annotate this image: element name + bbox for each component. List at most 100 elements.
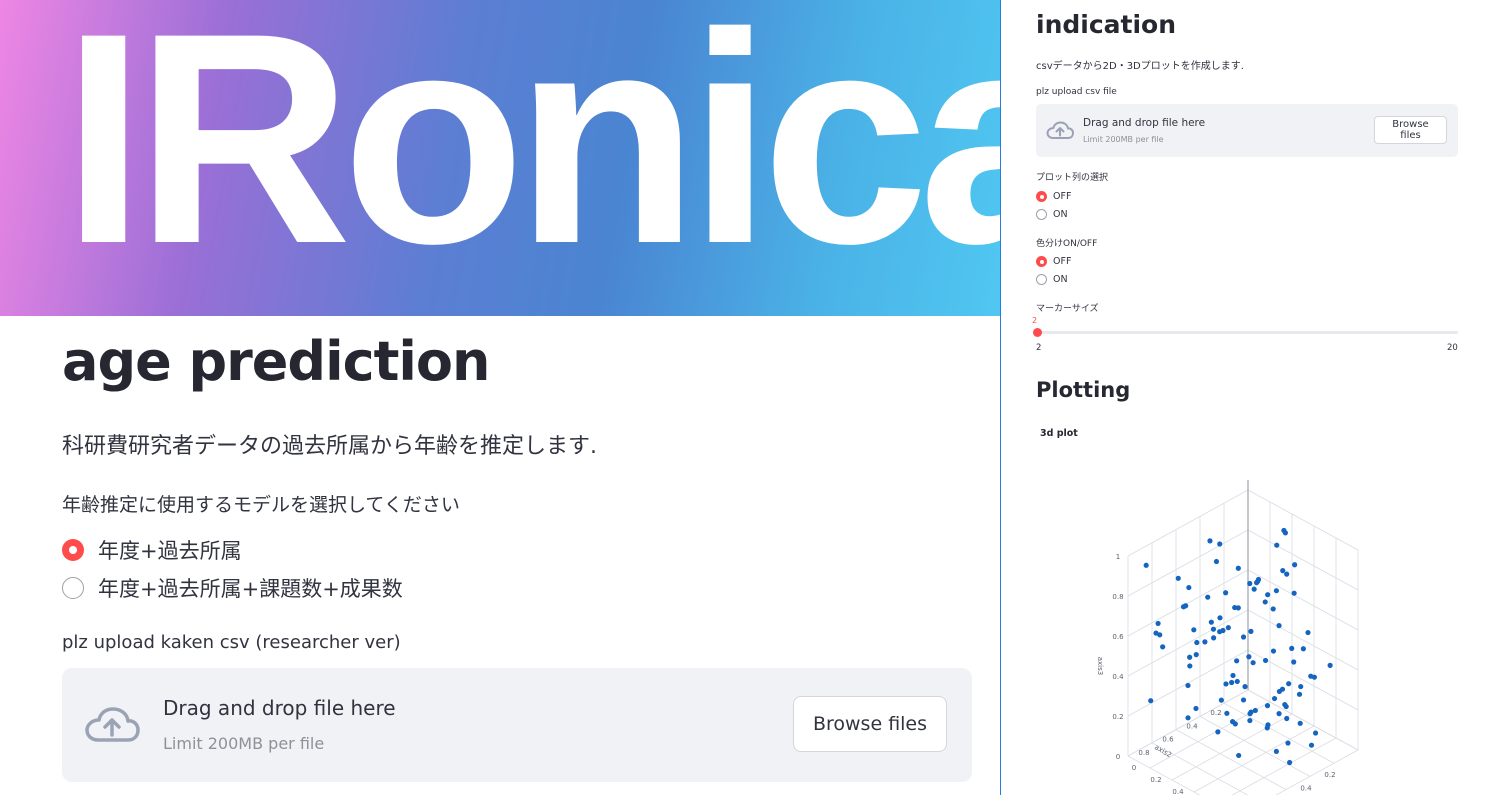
sidebar-upload-label: plz upload csv file <box>1036 87 1117 97</box>
y-tick-label: 0.4 <box>1186 722 1198 730</box>
scatter-point <box>1236 752 1242 759</box>
grid-line <box>1275 749 1359 795</box>
cloud-upload-icon <box>85 707 140 742</box>
scatter-point <box>1276 623 1282 629</box>
plot-column-on-option[interactable]: ON <box>1036 209 1068 220</box>
scatter-point <box>1230 719 1236 725</box>
sidebar-dropzone-title: Drag and drop file here <box>1083 117 1206 129</box>
option-label: ON <box>1053 209 1068 220</box>
option-label: OFF <box>1053 191 1072 202</box>
scatter-point <box>1298 683 1304 690</box>
radio-selected-icon[interactable] <box>62 539 84 561</box>
scatter-point <box>1276 688 1283 695</box>
grid-line <box>1247 689 1359 751</box>
scatter-point <box>1217 629 1223 635</box>
sidebar-browse-files-button[interactable]: Browse files <box>1374 116 1447 144</box>
option-label: OFF <box>1053 256 1072 267</box>
grid-line <box>1199 716 1311 777</box>
grid-line <box>1193 725 1315 793</box>
scatter-point <box>1280 568 1286 574</box>
scatter-point <box>1286 681 1292 687</box>
model-option-1[interactable]: 年度+過去所属 <box>62 535 242 565</box>
file-dropzone[interactable]: Drag and drop file here Limit 200MB per … <box>62 668 972 782</box>
scatter-point <box>1218 697 1224 703</box>
scatter-point <box>1186 584 1192 591</box>
radio-selected-icon[interactable] <box>1036 191 1047 202</box>
color-on-option[interactable]: ON <box>1036 274 1068 285</box>
scatter-point <box>1252 707 1258 714</box>
scatter-point <box>1250 660 1256 666</box>
plot-column-off-option[interactable]: OFF <box>1036 191 1071 202</box>
plot-points <box>1143 527 1333 766</box>
scatter-point <box>1285 740 1291 746</box>
scatter-point <box>1234 658 1240 664</box>
scatter-point <box>1296 691 1303 697</box>
plot-column-label: プロット列の選択 <box>1036 173 1109 183</box>
scatter-point <box>1287 759 1293 766</box>
y-tick-label: 0.2 <box>1324 771 1335 779</box>
scatter-point <box>1183 603 1189 609</box>
scatter-point <box>1248 628 1254 634</box>
z-axis-title: axis3 <box>1096 657 1104 675</box>
z-tick-label: 0.6 <box>1112 633 1124 641</box>
scatter-point <box>1155 620 1161 627</box>
scatter-point <box>1292 562 1298 568</box>
x-tick-label: 0 <box>1132 764 1136 772</box>
scatter-point <box>1305 629 1311 636</box>
y-tick-label: 0.2 <box>1210 709 1221 717</box>
scatter-point <box>1242 684 1248 690</box>
radio-selected-icon[interactable] <box>1036 256 1047 267</box>
scatter-point <box>1193 705 1199 712</box>
plotting-title: Plotting <box>1036 378 1131 402</box>
model-option-label: 年度+過去所属 <box>98 539 242 563</box>
sidebar-file-dropzone[interactable]: Drag and drop file here Limit 200MB per … <box>1036 104 1458 157</box>
scatter-point <box>1185 682 1191 689</box>
scatter-point <box>1205 594 1211 600</box>
scatter-point <box>1215 729 1221 735</box>
radio-unselected-icon[interactable] <box>62 577 84 599</box>
scatter-point <box>1225 625 1231 631</box>
scatter-point <box>1193 652 1199 658</box>
z-tick-label: 1 <box>1116 553 1120 561</box>
color-off-option[interactable]: OFF <box>1036 256 1071 267</box>
scatter-point <box>1311 674 1318 680</box>
marker-size-label: マーカーサイズ <box>1036 304 1099 314</box>
scatter-point <box>1273 588 1280 594</box>
y-tick-label: 0.6 <box>1162 736 1174 744</box>
scatter-point <box>1175 575 1181 581</box>
radio-unselected-icon[interactable] <box>1036 209 1047 220</box>
scatter-point <box>1217 541 1223 547</box>
sidebar-panel: indication csvデータから2D・3Dプロットを作成します. plz … <box>1000 0 1496 795</box>
model-option-2[interactable]: 年度+過去所属+課題数+成果数 <box>62 573 403 603</box>
scatter-point <box>1247 717 1253 724</box>
scatter-point <box>1157 632 1163 638</box>
x-tick-label: 0.4 <box>1172 788 1184 795</box>
scatter-point <box>1297 720 1303 726</box>
scatter-point <box>1187 663 1193 669</box>
scatter-point <box>1187 654 1193 660</box>
scatter-point <box>1208 619 1214 625</box>
upload-label: plz upload kaken csv (researcher ver) <box>62 632 401 653</box>
marker-size-slider-thumb[interactable] <box>1033 328 1042 337</box>
z-tick-label: 0 <box>1116 753 1120 761</box>
model-option-label: 年度+過去所属+課題数+成果数 <box>98 577 403 601</box>
scatter-point <box>1194 639 1200 646</box>
radio-unselected-icon[interactable] <box>1036 274 1047 285</box>
scatter-point <box>1270 648 1277 654</box>
option-label: ON <box>1053 274 1068 285</box>
scatter-3d-plot[interactable]: 00.20.40.60.810.20.40.60.80.20.40.60.800… <box>1001 440 1496 795</box>
grid-line <box>1175 729 1287 790</box>
scatter-point <box>1217 615 1223 621</box>
scatter-point <box>1247 580 1253 587</box>
main-panel: IRonical age prediction 科研費研究者データの過去所属から… <box>0 0 1000 795</box>
model-select-label: 年齢推定に使用するモデルを選択してください <box>62 494 460 516</box>
page-title: age prediction <box>62 330 490 393</box>
dropzone-limit: Limit 200MB per file <box>163 734 325 753</box>
browse-files-button[interactable]: Browse files <box>793 696 947 752</box>
grid-line <box>1247 489 1359 551</box>
marker-size-slider-track[interactable] <box>1036 331 1458 334</box>
scatter-point <box>1282 530 1289 536</box>
scatter-point <box>1143 562 1149 568</box>
scatter-point <box>1312 730 1319 736</box>
scatter-point <box>1284 571 1290 577</box>
